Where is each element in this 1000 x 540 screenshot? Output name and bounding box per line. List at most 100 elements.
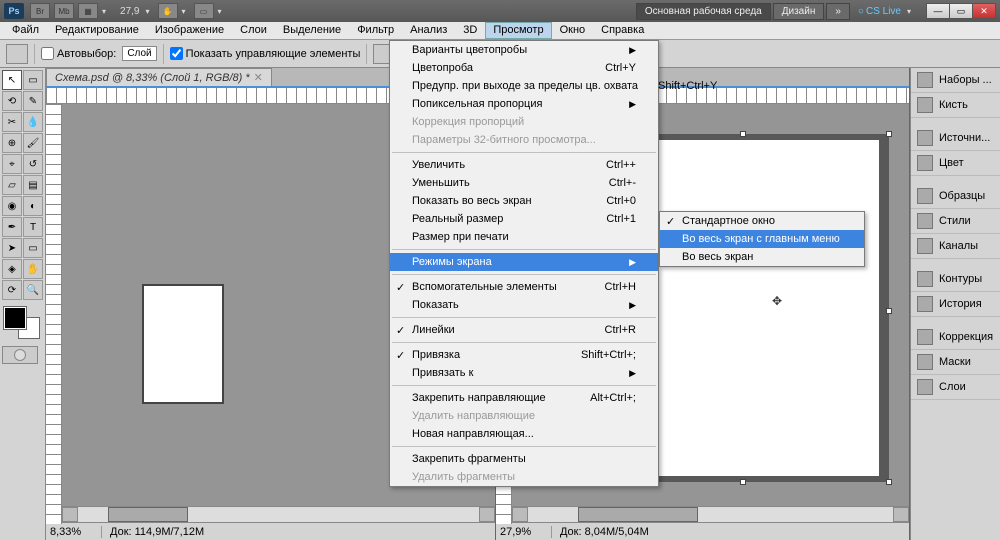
menu-слои[interactable]: Слои xyxy=(232,22,275,39)
panel-button[interactable]: Цвет xyxy=(911,151,1000,176)
menu-item[interactable]: Предупр. при выходе за пределы цв. охват… xyxy=(390,77,658,95)
shape-tool[interactable]: ▭ xyxy=(23,238,43,258)
panel-button[interactable]: Слои xyxy=(911,375,1000,400)
dropdown-icon[interactable]: ▾ xyxy=(182,7,186,16)
minimize-button[interactable]: — xyxy=(926,3,950,19)
menu-просмотр[interactable]: Просмотр xyxy=(485,22,551,39)
menu-окно[interactable]: Окно xyxy=(552,22,594,39)
panel-button[interactable]: Контуры xyxy=(911,267,1000,292)
cslive-button[interactable]: CS Live xyxy=(858,6,901,17)
status-docsize[interactable]: Док: 8,04M/5,04M xyxy=(552,526,657,538)
dropdown-icon[interactable]: ▾ xyxy=(218,7,222,16)
document-tab[interactable]: Схема.psd @ 8,33% (Слой 1, RGB/8) *✕ xyxy=(46,68,272,86)
menu-item[interactable]: ✓ПривязкаShift+Ctrl+; xyxy=(390,346,658,364)
dropdown-icon[interactable]: ▾ xyxy=(145,7,149,16)
dropdown-icon[interactable]: ▾ xyxy=(907,7,911,16)
menu-item[interactable]: Варианты цветопробы▶ xyxy=(390,41,658,59)
panel-button[interactable]: Источни... xyxy=(911,126,1000,151)
layout-icon[interactable]: ▦ xyxy=(78,3,98,19)
eraser-tool[interactable]: ▱ xyxy=(2,175,22,195)
menu-выделение[interactable]: Выделение xyxy=(275,22,349,39)
panel-button[interactable]: Образцы xyxy=(911,184,1000,209)
panel-button[interactable]: Стили xyxy=(911,209,1000,234)
hand-icon[interactable]: ✋ xyxy=(158,3,178,19)
menu-item[interactable]: Реальный размерCtrl+1 xyxy=(390,210,658,228)
stamp-tool[interactable]: ⌖ xyxy=(2,154,22,174)
brush-tool[interactable]: 🖌 xyxy=(23,133,43,153)
quickselect-tool[interactable]: ✎ xyxy=(23,91,43,111)
menu-item[interactable]: Закрепить направляющиеAlt+Ctrl+; xyxy=(390,389,658,407)
menu-item[interactable]: ЦветопробаCtrl+Y xyxy=(390,59,658,77)
menu-редактирование[interactable]: Редактирование xyxy=(47,22,147,39)
status-zoom[interactable]: 8,33% xyxy=(46,526,102,538)
menu-item[interactable]: Попиксельная пропорция▶ xyxy=(390,95,658,113)
panel-button[interactable]: История xyxy=(911,292,1000,317)
menu-item[interactable]: ✓Стандартное окно xyxy=(660,212,864,230)
menu-item[interactable]: Новая направляющая... xyxy=(390,425,658,443)
dropdown-icon[interactable]: ▾ xyxy=(102,7,106,16)
bridge-icon[interactable]: Br xyxy=(30,3,50,19)
zoom-level[interactable]: 27,9 xyxy=(120,6,139,17)
autoselect-select[interactable]: Слой xyxy=(122,46,156,61)
menu-справка[interactable]: Справка xyxy=(593,22,652,39)
panel-button[interactable]: Наборы ... xyxy=(911,68,1000,93)
menu-item[interactable]: ✓ЛинейкиCtrl+R xyxy=(390,321,658,339)
workspace-design-button[interactable]: Дизайн xyxy=(773,3,825,20)
menu-3d[interactable]: 3D xyxy=(455,22,485,39)
move-tool-preset-icon[interactable] xyxy=(6,44,28,64)
menu-item[interactable]: Закрепить фрагменты xyxy=(390,450,658,468)
menu-фильтр[interactable]: Фильтр xyxy=(349,22,402,39)
canvas[interactable] xyxy=(142,284,224,404)
menu-изображение[interactable]: Изображение xyxy=(147,22,232,39)
text-tool[interactable]: T xyxy=(23,217,43,237)
blur-tool[interactable]: ◉ xyxy=(2,196,22,216)
hand-tool[interactable]: ✋ xyxy=(23,259,43,279)
history-brush-tool[interactable]: ↺ xyxy=(23,154,43,174)
menu-item[interactable]: Показать во весь экранCtrl+0 xyxy=(390,192,658,210)
close-icon[interactable]: ✕ xyxy=(254,71,263,84)
menu-item[interactable]: Размер при печати xyxy=(390,228,658,246)
lasso-tool[interactable]: ⟲ xyxy=(2,91,22,111)
scrollbar[interactable] xyxy=(62,506,495,522)
menu-item[interactable]: ✓Вспомогательные элементыCtrl+H xyxy=(390,278,658,296)
scrollbar[interactable] xyxy=(512,506,909,522)
workspace-essentials-button[interactable]: Основная рабочая среда xyxy=(636,3,771,20)
dodge-tool[interactable]: ◐ xyxy=(23,196,43,216)
status-docsize[interactable]: Док: 114,9M/7,12M xyxy=(102,526,212,538)
close-button[interactable]: ✕ xyxy=(972,3,996,19)
menu-файл[interactable]: Файл xyxy=(4,22,47,39)
rotate-tool[interactable]: ⟳ xyxy=(2,280,22,300)
marquee-tool[interactable]: ▭ xyxy=(23,70,43,90)
color-swatch[interactable] xyxy=(2,305,42,341)
gradient-tool[interactable]: ▤ xyxy=(23,175,43,195)
panel-button[interactable]: Каналы xyxy=(911,234,1000,259)
menu-item[interactable]: УменьшитьCtrl+- xyxy=(390,174,658,192)
heal-tool[interactable]: ⊕ xyxy=(2,133,22,153)
minibridge-icon[interactable]: Mb xyxy=(54,3,74,19)
quickmask-button[interactable] xyxy=(2,346,38,364)
maximize-button[interactable]: ▭ xyxy=(949,3,973,19)
panel-button[interactable]: Коррекция xyxy=(911,325,1000,350)
status-zoom[interactable]: 27,9% xyxy=(496,526,552,538)
autoselect-checkbox[interactable]: Автовыбор: xyxy=(41,47,116,60)
workspace-more-button[interactable]: » xyxy=(826,3,850,20)
menu-item[interactable]: Во весь экран xyxy=(660,248,864,266)
menu-item[interactable]: УвеличитьCtrl++ xyxy=(390,156,658,174)
arrange-icon[interactable]: ▭ xyxy=(194,3,214,19)
eyedropper-tool[interactable]: 💧 xyxy=(23,112,43,132)
menu-item[interactable]: Привязать к▶ xyxy=(390,364,658,382)
panel-button[interactable]: Маски xyxy=(911,350,1000,375)
menu-item[interactable]: Показать▶ xyxy=(390,296,658,314)
show-controls-checkbox[interactable]: Показать управляющие элементы xyxy=(170,47,361,60)
path-tool[interactable]: ➤ xyxy=(2,238,22,258)
move-tool[interactable]: ↖ xyxy=(2,70,22,90)
pen-tool[interactable]: ✒ xyxy=(2,217,22,237)
menu-item[interactable]: Во весь экран с главным меню xyxy=(660,230,864,248)
panel-button[interactable]: Кисть xyxy=(911,93,1000,118)
zoom-tool[interactable]: 🔍 xyxy=(23,280,43,300)
panel-icon xyxy=(917,329,933,345)
crop-tool[interactable]: ✂ xyxy=(2,112,22,132)
menu-анализ[interactable]: Анализ xyxy=(402,22,455,39)
3d-tool[interactable]: ◈ xyxy=(2,259,22,279)
menu-item[interactable]: Режимы экрана▶ xyxy=(390,253,658,271)
